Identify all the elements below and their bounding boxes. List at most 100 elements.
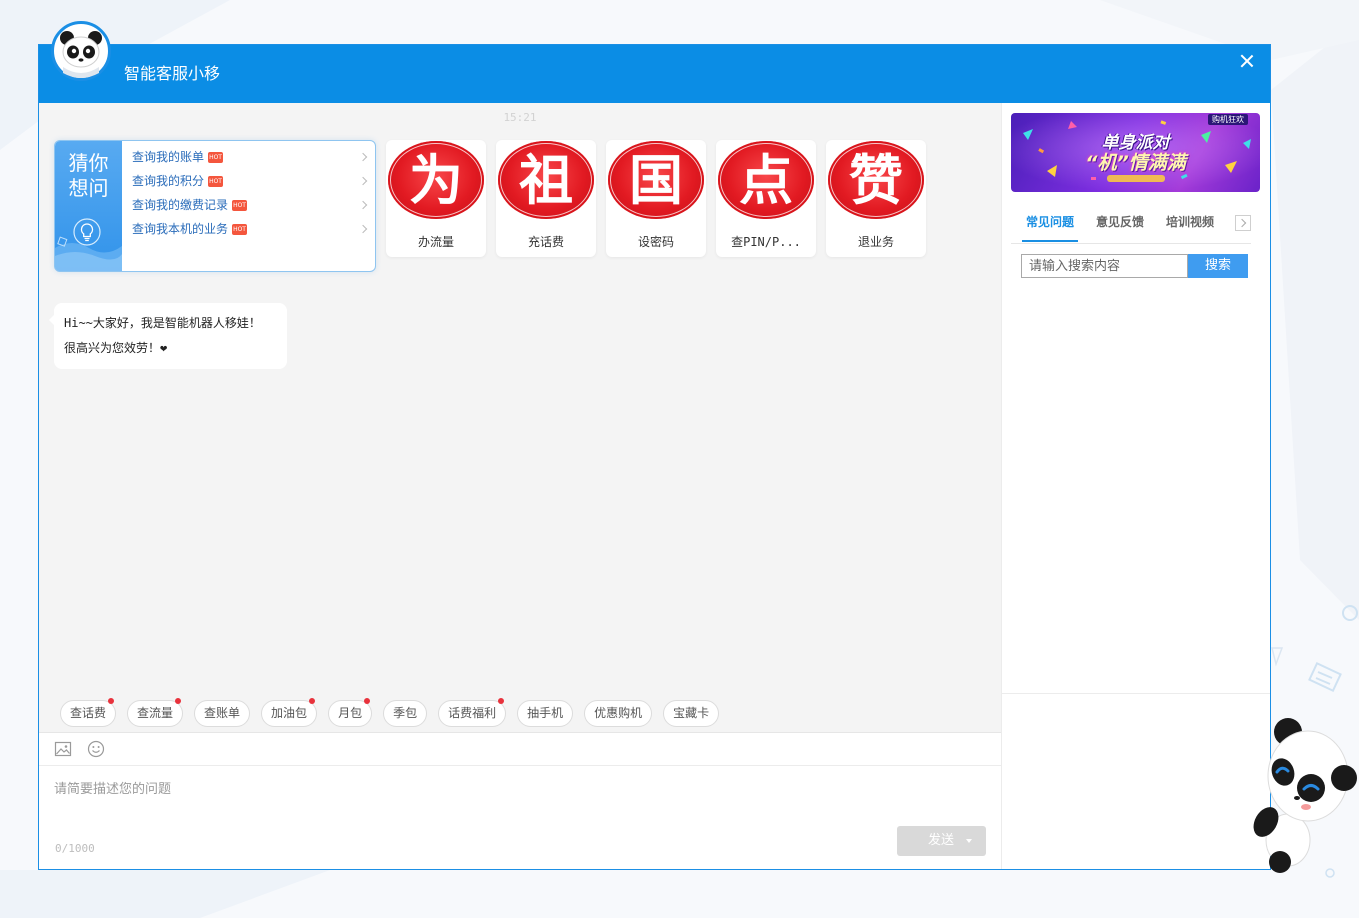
service-label: 查PIN/P...	[731, 235, 801, 249]
quick-tag[interactable]: 宝藏卡	[663, 700, 720, 727]
sidebar-tabs: 常见问题 意见反馈 培训视频	[1011, 205, 1251, 244]
quick-tag[interactable]: 月包	[328, 698, 373, 727]
guess-item[interactable]: 查询我的缴费记录 HOT	[132, 193, 372, 217]
seal-glyph: 赞	[849, 148, 903, 212]
lightbulb-icon	[73, 218, 101, 246]
search-input[interactable]	[1021, 254, 1188, 278]
composer-toolbar	[39, 732, 1001, 766]
send-button[interactable]: 发送	[897, 826, 986, 856]
quick-tag[interactable]: 话费福利	[438, 698, 507, 727]
chevron-right-icon	[358, 224, 368, 234]
service-label: 设密码	[637, 235, 674, 249]
service-card[interactable]: 点 查PIN/P...	[716, 140, 816, 257]
service-card[interactable]: 赞 退业务	[826, 140, 926, 257]
sidebar-divider	[1002, 693, 1270, 694]
chat-panel: 15:21 猜你 想问 查询我的账单 HOT 查询我的积分 HOT 查询我的缴费…	[39, 103, 1001, 869]
right-sidebar: 购机狂欢 单身派对 “机”情满满 常见问题 意见反馈 培训视频 搜索	[1001, 103, 1270, 869]
seal-glyph: 为	[409, 148, 463, 212]
close-icon[interactable]	[1240, 54, 1254, 68]
chevron-right-icon	[358, 152, 368, 162]
guess-title-line2: 想问	[68, 176, 109, 200]
panda-mascot-icon	[1253, 718, 1357, 873]
new-dot	[175, 698, 182, 704]
service-card[interactable]: 为 办流量	[386, 140, 486, 257]
quick-tag[interactable]: 抽手机	[517, 700, 574, 727]
guess-list: 查询我的账单 HOT 查询我的积分 HOT 查询我的缴费记录 HOT 查询我本机的业务…	[132, 145, 372, 241]
quick-tag-label: 查账单	[204, 706, 241, 720]
service-label: 退业务	[857, 235, 894, 249]
seal-glyph: 祖	[519, 148, 573, 212]
quick-tag-label: 抽手机	[527, 706, 564, 720]
guess-item-label: 查询我的账单	[132, 150, 205, 164]
quick-tag[interactable]: 查账单	[194, 700, 251, 727]
new-dot	[309, 698, 316, 704]
quick-tag[interactable]: 查流量	[127, 698, 184, 727]
quick-tag-label: 查话费	[70, 706, 107, 720]
tab-training-video[interactable]: 培训视频	[1162, 205, 1218, 243]
quick-tag-label: 优惠购机	[594, 706, 643, 720]
quick-tag[interactable]: 优惠购机	[584, 700, 653, 727]
seal-glyph: 国	[629, 148, 683, 212]
caret-down-icon[interactable]	[966, 839, 972, 843]
window-title: 智能客服小移	[124, 64, 221, 83]
new-dot	[108, 698, 115, 704]
seal-icon: 国	[608, 141, 704, 219]
panda-robot-avatar-icon	[51, 21, 111, 81]
hot-badge: HOT	[208, 152, 224, 163]
quick-tag[interactable]: 查话费	[60, 698, 117, 727]
guess-card-title: 猜你 想问	[55, 151, 122, 201]
guess-item-label: 查询我本机的业务	[132, 222, 229, 236]
bot-message-bubble: Hi~~大家好，我是智能机器人移娃！ 很高兴为您效劳！❤	[49, 303, 287, 369]
hot-badge: HOT	[232, 200, 248, 211]
new-dot	[364, 698, 371, 704]
message-input[interactable]	[54, 780, 974, 820]
chevron-right-icon[interactable]	[1235, 215, 1251, 231]
chevron-right-icon	[358, 200, 368, 210]
seal-icon: 点	[718, 141, 814, 219]
banner-subline: “机”情满满	[1085, 152, 1186, 174]
service-card[interactable]: 国 设密码	[606, 140, 706, 257]
quick-tag-label: 宝藏卡	[673, 706, 710, 720]
seal-glyph: 点	[739, 148, 793, 212]
guess-card: 猜你 想问 查询我的账单 HOT 查询我的积分 HOT 查询我的缴费记录 HOT…	[54, 140, 376, 272]
new-dot	[498, 698, 505, 704]
message-line: 很高兴为您效劳！❤	[64, 341, 168, 355]
hot-badge: HOT	[208, 176, 224, 187]
quick-tag-label: 话费福利	[448, 706, 497, 720]
service-label: 办流量	[417, 235, 454, 249]
composer: 0/1000 发送	[39, 766, 1001, 869]
guess-card-header: 猜你 想问	[55, 141, 122, 271]
chat-window: 智能客服小移 15:21 猜你 想问 查询我的账单 HOT 查询我的积分 HOT…	[38, 44, 1271, 870]
quick-tags: 查话费 查流量 查账单 加油包 月包 季包 话费福利 抽手机 优惠购机 宝藏卡	[60, 698, 720, 727]
char-counter: 0/1000	[55, 842, 95, 855]
quick-tag[interactable]: 季包	[383, 700, 428, 727]
guess-item-label: 查询我的积分	[132, 174, 205, 188]
quick-tag-label: 季包	[393, 706, 418, 720]
hot-badge: HOT	[232, 224, 248, 235]
tab-feedback[interactable]: 意见反馈	[1092, 205, 1148, 243]
window-header: 智能客服小移	[39, 45, 1270, 103]
banner-corner-tag: 购机狂欢	[1208, 114, 1248, 125]
quick-tag-label: 加油包	[271, 706, 308, 720]
message-timestamp: 15:21	[503, 111, 537, 124]
guess-item[interactable]: 查询我的积分 HOT	[132, 169, 372, 193]
seal-icon: 赞	[828, 141, 924, 219]
image-icon[interactable]	[54, 740, 72, 758]
seal-icon: 祖	[498, 141, 594, 219]
seal-icon: 为	[388, 141, 484, 219]
quick-tag-label: 月包	[338, 706, 363, 720]
guess-item-label: 查询我的缴费记录	[132, 198, 229, 212]
guess-title-line1: 猜你	[68, 151, 109, 175]
search-button[interactable]: 搜索	[1188, 254, 1248, 278]
chevron-right-icon	[358, 176, 368, 186]
quick-tag-label: 查流量	[137, 706, 174, 720]
service-card[interactable]: 祖 充话费	[496, 140, 596, 257]
guess-item[interactable]: 查询我的账单 HOT	[132, 145, 372, 169]
guess-item[interactable]: 查询我本机的业务 HOT	[132, 217, 372, 241]
service-label: 充话费	[527, 235, 564, 249]
promo-banner[interactable]: 购机狂欢 单身派对 “机”情满满	[1011, 113, 1260, 192]
quick-tag[interactable]: 加油包	[261, 698, 318, 727]
tab-faq[interactable]: 常见问题	[1022, 205, 1079, 243]
emoji-icon[interactable]	[87, 740, 105, 758]
message-line: Hi~~大家好，我是智能机器人移娃！	[64, 316, 261, 330]
